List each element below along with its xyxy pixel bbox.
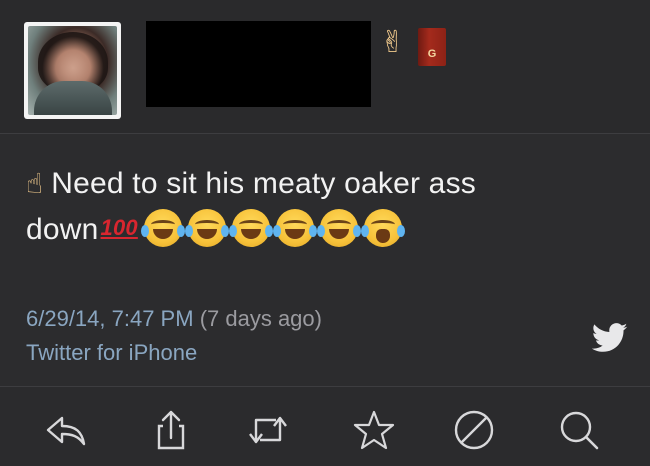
- tweet-text-line2: down: [26, 213, 99, 246]
- tweet-text-line-2: down100: [26, 206, 626, 252]
- joy-emoji: [140, 209, 185, 247]
- favorite-icon[interactable]: [352, 408, 396, 452]
- redacted-username-block: [146, 21, 371, 107]
- sob-emoji: [360, 209, 405, 247]
- share-icon[interactable]: [149, 408, 193, 452]
- tweet-header: ✌ G: [0, 0, 650, 133]
- joy-emoji: [272, 209, 317, 247]
- tweet-timestamp[interactable]: 6/29/14, 7:47 PM (7 days ago): [26, 306, 322, 332]
- twitter-bird-icon: [591, 323, 628, 353]
- retweet-icon[interactable]: [246, 408, 290, 452]
- book-emoji-letter: G: [427, 48, 437, 60]
- relative-time: (7 days ago): [199, 306, 322, 331]
- joy-emoji: [316, 209, 361, 247]
- tweet-action-toolbar: [0, 387, 650, 466]
- block-icon[interactable]: [452, 408, 496, 452]
- tweet-text-line-1: ☝ Need to sit his meaty oaker ass: [26, 162, 626, 206]
- reply-icon[interactable]: [44, 408, 88, 452]
- pointing-up-emoji: ☝: [26, 168, 44, 199]
- tweet-text-line1: Need to sit his meaty oaker ass: [51, 167, 476, 200]
- book-emoji: G: [418, 28, 446, 66]
- avatar-image: [28, 26, 117, 115]
- peace-sign-emoji: ✌: [380, 26, 406, 59]
- tweet-text: ☝ Need to sit his meaty oaker ass down100: [26, 162, 626, 252]
- hundred-points-emoji: 100: [100, 215, 138, 240]
- avatar[interactable]: [24, 22, 121, 119]
- timestamp-text: 6/29/14, 7:47 PM: [26, 306, 194, 331]
- tweet-source-link[interactable]: Twitter for iPhone: [26, 340, 197, 366]
- search-icon[interactable]: [557, 408, 601, 452]
- header-divider: [0, 133, 650, 134]
- joy-emoji: [184, 209, 229, 247]
- joy-emoji: [228, 209, 273, 247]
